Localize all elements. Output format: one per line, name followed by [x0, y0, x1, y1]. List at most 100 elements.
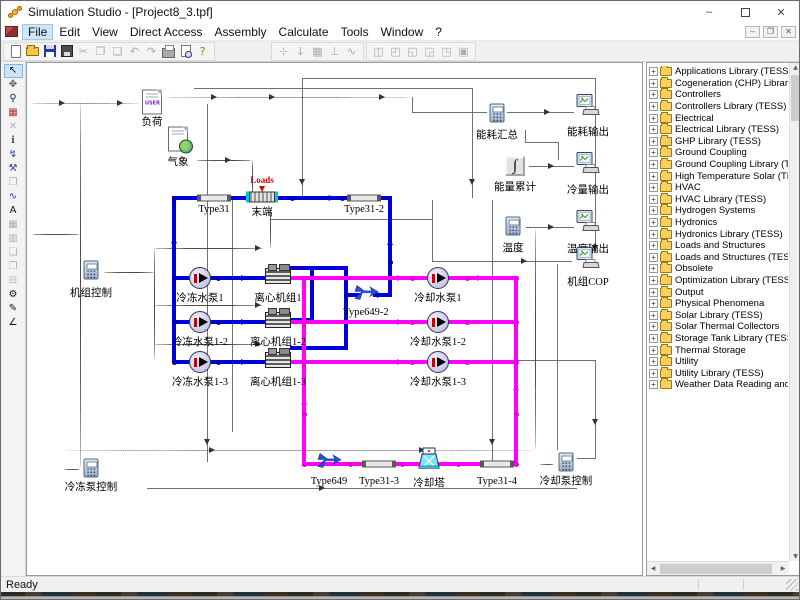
tool-text-button[interactable]: A	[4, 204, 23, 218]
expand-plus-icon[interactable]: +	[649, 206, 658, 215]
menu-edit[interactable]: Edit	[53, 24, 86, 40]
tree-item-solar-library-tess[interactable]: +Solar Library (TESS)	[648, 309, 788, 321]
pipe-magenta[interactable]	[290, 320, 518, 324]
document-icon[interactable]	[5, 26, 18, 37]
menu-view[interactable]: View	[86, 24, 124, 40]
toolbar-win-arrange-button[interactable]: ◲	[421, 43, 438, 59]
expand-plus-icon[interactable]: +	[649, 67, 658, 76]
node-unit-cop[interactable]	[576, 247, 600, 274]
expand-plus-icon[interactable]: +	[649, 288, 658, 297]
tree-item-loads-and-structures-tess[interactable]: +Loads and Structures (TESS)	[648, 252, 788, 264]
node-type649[interactable]	[316, 451, 342, 476]
toolbar-help-button[interactable]: ?	[194, 43, 211, 59]
project-canvas[interactable]: USER负荷气象Type31末端Type31-2能耗汇总 能耗输出∫能量累计 冷…	[26, 62, 643, 576]
tool-draw-button[interactable]: ✎	[4, 302, 23, 316]
tree-item-hydronics[interactable]: +Hydronics	[648, 217, 788, 229]
toolbar-cut-button[interactable]: ✂	[75, 43, 92, 59]
node-cooling-output[interactable]	[576, 152, 600, 179]
node-temperature[interactable]	[506, 217, 521, 236]
expand-plus-icon[interactable]: +	[649, 357, 658, 366]
node-energy-output[interactable]	[576, 94, 600, 121]
node-weather[interactable]	[168, 127, 188, 152]
expand-plus-icon[interactable]: +	[649, 90, 658, 99]
node-terminal-unit[interactable]	[249, 192, 275, 203]
mdi-restore-button[interactable]: ❐	[763, 26, 778, 38]
tool-zoom-button[interactable]: ⚲	[4, 92, 23, 106]
expand-plus-icon[interactable]: +	[649, 195, 658, 204]
node-chiller-3[interactable]	[265, 352, 291, 368]
node-chw-pump-2[interactable]	[189, 311, 211, 333]
node-cw-pump-3[interactable]	[427, 351, 449, 373]
expand-plus-icon[interactable]: +	[649, 79, 658, 88]
menu-tools[interactable]: Tools	[335, 24, 375, 40]
toolbar-save-all-button[interactable]	[58, 43, 75, 59]
toolbar-win-cascade-button[interactable]: ◫	[370, 43, 387, 59]
tree-item-hvac[interactable]: +HVAC	[648, 182, 788, 194]
toolbar-redo-button[interactable]: ↷	[143, 43, 160, 59]
pipe-magenta[interactable]	[514, 276, 518, 466]
expand-plus-icon[interactable]: +	[649, 183, 658, 192]
toolbar-print-button[interactable]	[160, 43, 177, 59]
expand-plus-icon[interactable]: +	[649, 125, 658, 134]
expand-plus-icon[interactable]: +	[649, 264, 658, 273]
tree-item-high-temperature-solar-tess[interactable]: +High Temperature Solar (TESS)	[648, 170, 788, 182]
expand-plus-icon[interactable]: +	[649, 241, 658, 250]
expand-plus-icon[interactable]: +	[649, 218, 658, 227]
toolbar-open-button[interactable]	[24, 43, 41, 59]
tree-item-hydrogen-systems[interactable]: +Hydrogen Systems	[648, 205, 788, 217]
minimize-button[interactable]: –	[691, 1, 727, 23]
tool-measure-button[interactable]: ∠	[4, 316, 23, 330]
toolbar-trace-button[interactable]: ∿	[343, 43, 360, 59]
node-chw-pump-1[interactable]	[189, 267, 211, 289]
tree-item-applications-library-tess[interactable]: +Applications Library (TESS)	[648, 66, 788, 78]
tree-item-loads-and-structures[interactable]: +Loads and Structures	[648, 240, 788, 252]
expand-plus-icon[interactable]: +	[649, 148, 658, 157]
scroll-down-icon[interactable]: ▼	[790, 550, 800, 561]
hscroll-thumb[interactable]	[660, 564, 772, 574]
expand-plus-icon[interactable]: +	[649, 299, 658, 308]
tool-link-button[interactable]: ↯	[4, 148, 23, 162]
tree-item-hvac-library-tess[interactable]: +HVAC Library (TESS)	[648, 194, 788, 206]
tool-grid-a-button[interactable]: ▦	[4, 218, 23, 232]
tree-horizontal-scrollbar[interactable]: ◀ ▶	[647, 561, 789, 575]
node-chiller-1[interactable]	[265, 268, 291, 284]
node-type649-2[interactable]	[353, 283, 379, 308]
expand-plus-icon[interactable]: +	[649, 311, 658, 320]
tool-grid-b-button[interactable]: ▥	[4, 232, 23, 246]
tree-item-output[interactable]: +Output	[648, 286, 788, 298]
tool-layers-button[interactable]: ❏	[4, 246, 23, 260]
node-temperature-output[interactable]	[576, 210, 600, 237]
tool-stack-button[interactable]: ❐	[4, 260, 23, 274]
toolbar-probe-button[interactable]: ⊥	[326, 43, 343, 59]
mdi-close-button[interactable]: ✕	[781, 26, 796, 38]
node-energy-accumulator[interactable]: ∫	[505, 156, 525, 176]
tree-item-controllers-library-tess[interactable]: +Controllers Library (TESS)	[648, 101, 788, 113]
tree-item-physical-phenomena[interactable]: +Physical Phenomena	[648, 298, 788, 310]
expand-plus-icon[interactable]: +	[649, 334, 658, 343]
tree-item-electrical[interactable]: +Electrical	[648, 112, 788, 124]
toolbar-save-button[interactable]	[41, 43, 58, 59]
scroll-left-icon[interactable]: ◀	[648, 564, 658, 574]
toolbar-undo-button[interactable]: ↶	[126, 43, 143, 59]
tool-color-palette-button[interactable]: ▦	[4, 106, 23, 120]
resize-grip[interactable]	[786, 579, 798, 591]
menu-direct-access[interactable]: Direct Access	[124, 24, 209, 40]
menu-calculate[interactable]: Calculate	[273, 24, 335, 40]
tree-item-solar-thermal-collectors[interactable]: +Solar Thermal Collectors	[648, 321, 788, 333]
node-chiller-2[interactable]	[265, 312, 291, 328]
toolbar-table-button[interactable]: ▦	[309, 43, 326, 59]
node-cw-pump-control[interactable]	[559, 453, 574, 472]
mdi-minimize-button[interactable]: –	[745, 26, 760, 38]
expand-plus-icon[interactable]: +	[649, 114, 658, 123]
expand-plus-icon[interactable]: +	[649, 322, 658, 331]
tool-duplicate-button[interactable]: ❐	[4, 176, 23, 190]
tree-vertical-scrollbar[interactable]: ▲ ▼	[789, 63, 800, 561]
expand-plus-icon[interactable]: +	[649, 380, 658, 389]
node-load[interactable]: USER	[142, 90, 162, 115]
node-unit-control[interactable]	[84, 261, 99, 280]
tool-pan-button[interactable]: ✥	[4, 78, 23, 92]
node-type31[interactable]	[197, 195, 231, 202]
expand-plus-icon[interactable]: +	[649, 102, 658, 111]
node-chw-pump-control[interactable]	[84, 459, 99, 478]
tree-item-weather-data-reading-and-process[interactable]: +Weather Data Reading and Process	[648, 379, 788, 391]
